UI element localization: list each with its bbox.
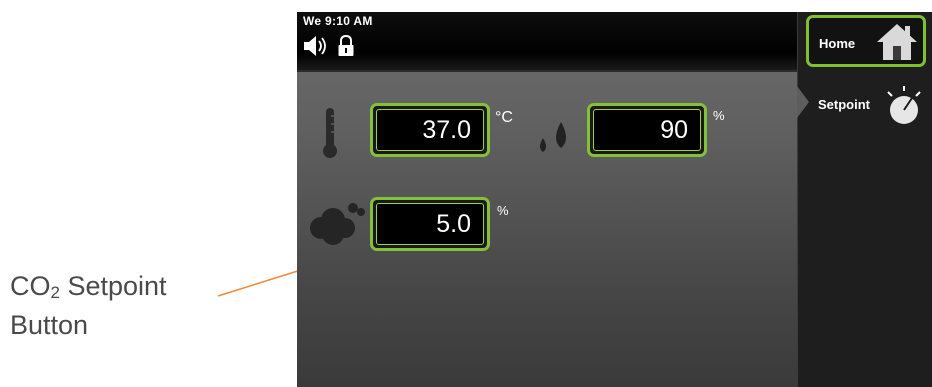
side-navigation: Home Setpoint <box>797 12 932 387</box>
status-bar: We 9:10 AM <box>297 12 797 72</box>
nav-setpoint-button[interactable]: Setpoint <box>806 80 926 132</box>
humidity-drops-icon <box>535 120 575 161</box>
status-icons <box>303 34 363 63</box>
temperature-setpoint-button[interactable]: 37.0 <box>370 103 490 157</box>
humidity-value: 90 <box>593 109 701 151</box>
house-icon <box>875 22 919 65</box>
temperature-unit: °C <box>495 109 513 126</box>
co2-cloud-icon <box>307 200 367 255</box>
humidity-setpoint-button[interactable]: 90 <box>587 103 707 157</box>
co2-setpoint-button[interactable]: 5.0 <box>370 197 490 251</box>
lock-icon[interactable] <box>338 34 354 56</box>
co2-unit: % <box>497 203 509 218</box>
annotation-setpoint-text: Setpoint <box>59 271 167 301</box>
temperature-value: 37.0 <box>376 109 484 151</box>
nav-setpoint-label: Setpoint <box>818 97 870 112</box>
annotation-subscript: 2 <box>50 283 60 302</box>
nav-home-button[interactable]: Home <box>806 15 926 67</box>
annotation-line-1: CO2 Setpoint <box>10 270 167 309</box>
co2-setpoint-annotation: CO2 Setpoint Button <box>10 270 167 341</box>
annotation-line-2: Button <box>10 310 89 340</box>
datetime-display: We 9:10 AM <box>303 14 373 28</box>
speaker-icon[interactable] <box>304 36 326 56</box>
thermometer-icon <box>321 106 341 165</box>
device-screen: We 9:10 AM 37.0 °C 90 % 5.0 % Home Setpo… <box>297 12 932 387</box>
nav-home-label: Home <box>819 36 856 51</box>
annotation-co: CO <box>10 271 51 301</box>
co2-value: 5.0 <box>376 203 484 245</box>
nav-selection-pointer <box>797 86 809 118</box>
humidity-unit: % <box>713 108 725 123</box>
dial-icon <box>884 84 924 131</box>
